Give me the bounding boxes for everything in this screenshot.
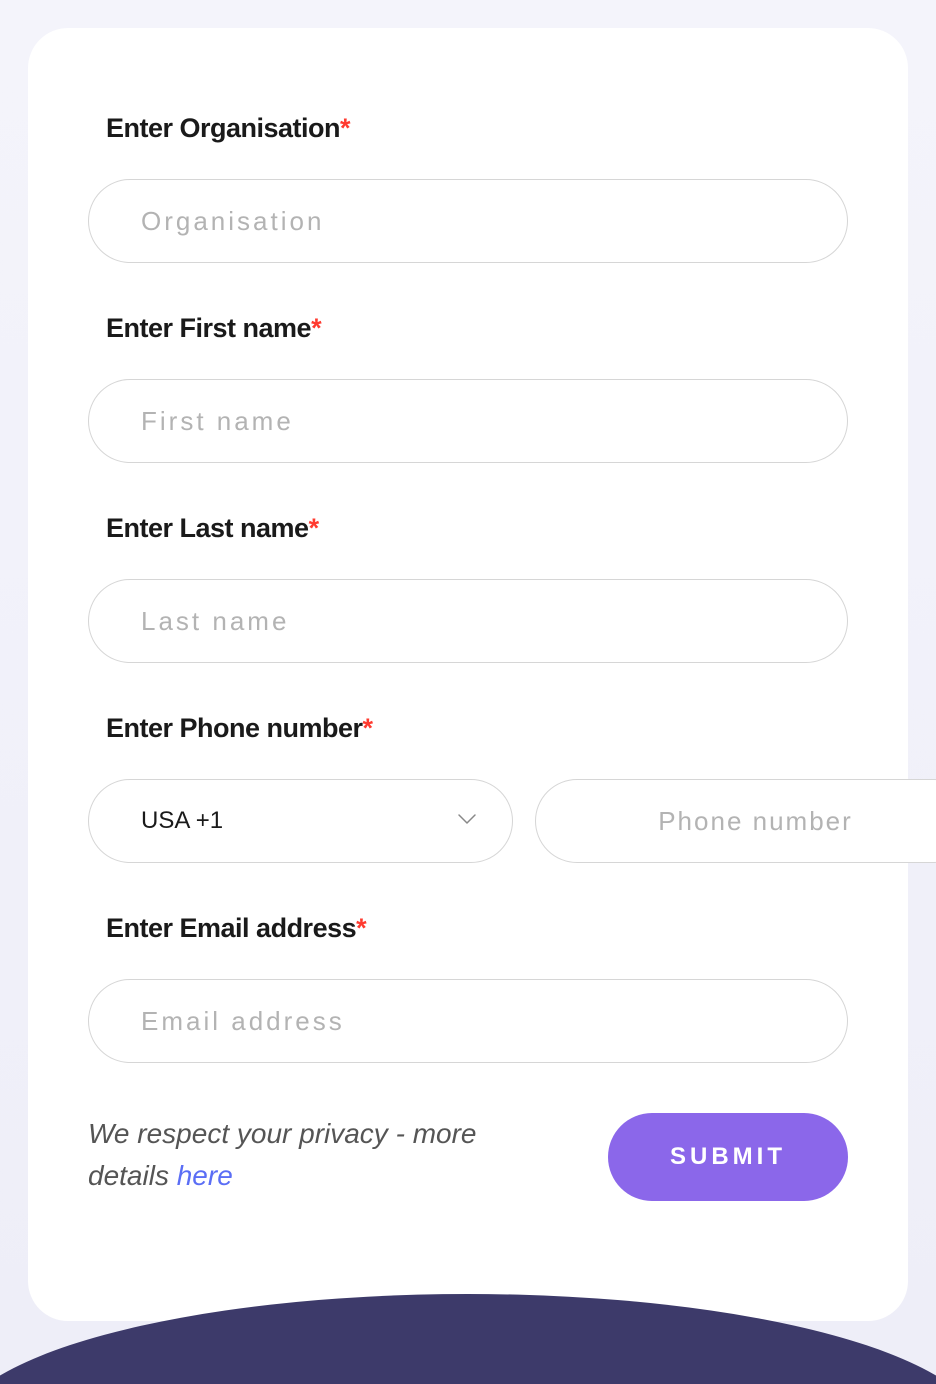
required-star: * (309, 513, 319, 543)
firstname-label: Enter First name* (88, 313, 848, 344)
email-label: Enter Email address* (88, 913, 848, 944)
lastname-label: Enter Last name* (88, 513, 848, 544)
phone-group: Enter Phone number* USA +1 (88, 713, 848, 863)
bottom-decorative-curve (0, 1294, 936, 1384)
required-star: * (311, 313, 321, 343)
lastname-input[interactable] (88, 579, 848, 663)
organisation-input[interactable] (88, 179, 848, 263)
email-label-text: Enter Email address (106, 913, 356, 943)
phone-label: Enter Phone number* (88, 713, 848, 744)
organisation-label-text: Enter Organisation (106, 113, 340, 143)
footer-row: We respect your privacy - more details h… (88, 1113, 848, 1201)
phone-row: USA +1 (88, 779, 848, 863)
firstname-input[interactable] (88, 379, 848, 463)
country-select-wrapper: USA +1 (88, 779, 513, 863)
required-star: * (356, 913, 366, 943)
firstname-label-text: Enter First name (106, 313, 311, 343)
phone-input[interactable] (535, 779, 936, 863)
required-star: * (340, 113, 350, 143)
organisation-group: Enter Organisation* (88, 113, 848, 263)
privacy-text-before: We respect your privacy - more details (88, 1118, 477, 1191)
country-code-select[interactable]: USA +1 (88, 779, 513, 863)
organisation-label: Enter Organisation* (88, 113, 848, 144)
email-group: Enter Email address* (88, 913, 848, 1063)
form-card: Enter Organisation* Enter First name* En… (28, 28, 908, 1321)
lastname-group: Enter Last name* (88, 513, 848, 663)
submit-button[interactable]: SUBMIT (608, 1113, 848, 1201)
email-input[interactable] (88, 979, 848, 1063)
firstname-group: Enter First name* (88, 313, 848, 463)
privacy-text: We respect your privacy - more details h… (88, 1113, 528, 1197)
country-code-value: USA +1 (141, 807, 223, 834)
lastname-label-text: Enter Last name (106, 513, 309, 543)
required-star: * (363, 713, 373, 743)
phone-label-text: Enter Phone number (106, 713, 363, 743)
privacy-link[interactable]: here (177, 1160, 233, 1191)
